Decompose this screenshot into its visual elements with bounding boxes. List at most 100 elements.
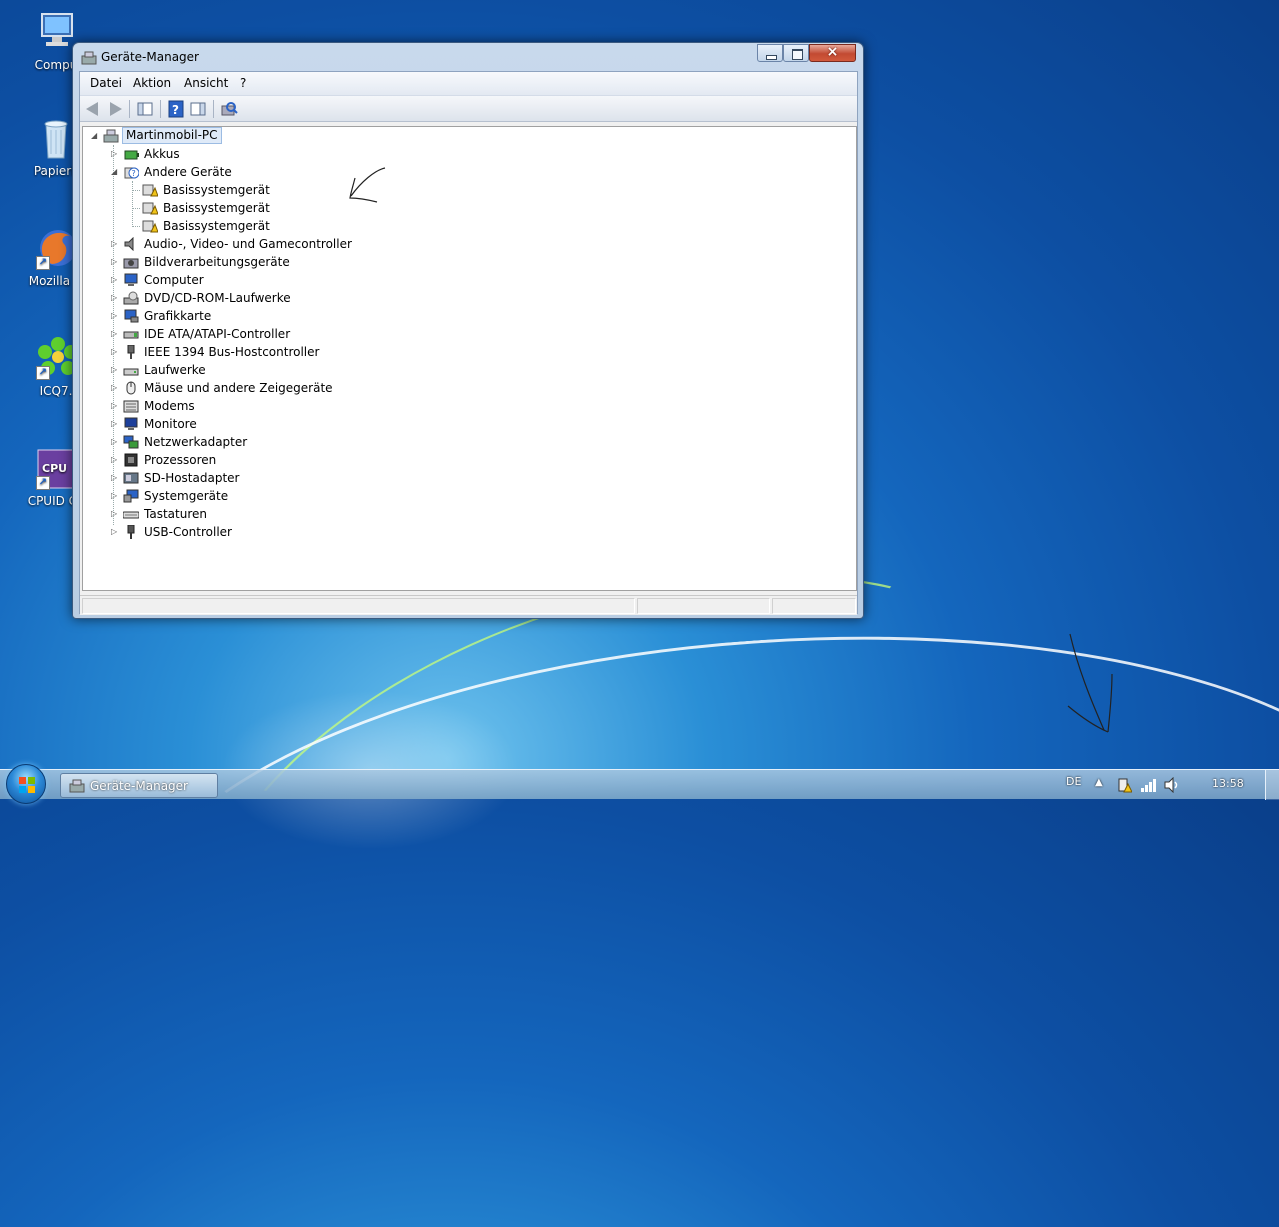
expand-icon: ▷ xyxy=(111,239,118,248)
menu-datei[interactable]: Datei xyxy=(90,76,122,90)
keyboard-icon xyxy=(123,511,139,519)
expand-icon: ▷ xyxy=(111,311,118,320)
computer-icon xyxy=(124,273,138,286)
warning-device-icon xyxy=(142,220,158,233)
tree-connector xyxy=(132,208,140,209)
forward-button[interactable] xyxy=(106,100,124,118)
tree-item-label: DVD/CD-ROM-Laufwerke xyxy=(144,291,291,305)
tree-connector xyxy=(132,226,140,227)
device-manager-icon xyxy=(81,51,97,65)
tree-item-label: Computer xyxy=(144,273,204,287)
sd-host-icon xyxy=(123,472,139,484)
status-pane xyxy=(637,598,770,614)
show-hide-action-pane-button[interactable] xyxy=(189,100,207,118)
display-adapter-icon xyxy=(124,309,139,323)
language-indicator[interactable]: DE xyxy=(1066,775,1081,788)
toolbar-separator xyxy=(129,100,130,118)
console-tree-icon xyxy=(137,102,153,116)
root-label: Martinmobil-PC xyxy=(122,127,222,144)
volume-icon[interactable] xyxy=(1163,777,1181,793)
collapse-icon: ◢ xyxy=(111,167,118,176)
status-pane xyxy=(82,598,635,614)
menu-ansicht[interactable]: Ansicht xyxy=(184,76,228,90)
power-warning-icon[interactable] xyxy=(1116,777,1132,793)
show-hide-console-tree-button[interactable] xyxy=(136,100,154,118)
taskbar: Geräte-Manager DE ▲ 13:58 xyxy=(0,764,1279,804)
monitor-icon xyxy=(124,417,138,430)
window-client-area: Datei Aktion Ansicht ? ? ◢ Martinmobil-P… xyxy=(79,71,858,615)
menu-bar: Datei Aktion Ansicht ? xyxy=(80,72,857,96)
tree-item-label: IEEE 1394 Bus-Hostcontroller xyxy=(144,345,320,359)
scan-hardware-button[interactable] xyxy=(220,100,238,118)
tree-item-label: Grafikkarte xyxy=(144,309,212,323)
tree-item-label: Andere Geräte xyxy=(144,165,232,179)
modem-icon xyxy=(123,400,139,413)
expand-icon: ▷ xyxy=(111,365,118,374)
tree-item-label: Basissystemgerät xyxy=(163,219,270,233)
menu-aktion[interactable]: Aktion xyxy=(133,76,171,90)
disk-drive-icon xyxy=(123,368,139,376)
tree-item-label: Mäuse und andere Zeigegeräte xyxy=(144,381,333,395)
shortcut-arrow-icon: ↗ xyxy=(36,366,50,380)
expand-icon: ▷ xyxy=(111,149,118,158)
title-bar[interactable]: Geräte-Manager × xyxy=(73,43,863,71)
device-tree[interactable]: ◢ Martinmobil-PC ▷ Akkus ◢ ? Andere Gerä… xyxy=(82,126,857,591)
svg-text:?: ? xyxy=(132,169,136,178)
svg-text:CPU: CPU xyxy=(42,462,67,475)
tree-item-label: Basissystemgerät xyxy=(163,201,270,215)
close-button[interactable]: × xyxy=(809,44,856,62)
tree-item-label: USB-Controller xyxy=(144,525,232,539)
start-button[interactable] xyxy=(6,764,46,804)
action-pane-icon xyxy=(190,102,206,116)
tree-item-label: Laufwerke xyxy=(144,363,206,377)
toolbar: ? xyxy=(80,96,857,122)
expand-icon: ▷ xyxy=(111,509,118,518)
warning-device-icon xyxy=(142,184,158,197)
back-arrow-icon xyxy=(86,102,98,116)
tree-item-label: Systemgeräte xyxy=(144,489,229,503)
network-signal-icon[interactable] xyxy=(1140,778,1158,792)
tree-item-label: IDE ATA/ATAPI-Controller xyxy=(144,327,291,341)
unknown-device-icon: ? xyxy=(124,167,139,179)
tree-item-label: Bildverarbeitungsgeräte xyxy=(144,255,290,269)
expand-icon: ▷ xyxy=(111,527,118,536)
tree-item-label: Prozessoren xyxy=(144,453,217,467)
status-bar xyxy=(80,595,857,615)
expand-icon: ▷ xyxy=(111,347,118,356)
expand-icon: ▷ xyxy=(111,419,118,428)
processor-icon xyxy=(124,453,138,467)
expand-icon: ▷ xyxy=(111,473,118,482)
clock[interactable]: 13:58 xyxy=(1212,777,1244,790)
collapse-icon: ◢ xyxy=(91,131,98,140)
minimize-button[interactable] xyxy=(757,44,783,62)
help-button[interactable]: ? xyxy=(167,100,185,118)
expand-icon: ▷ xyxy=(111,329,118,338)
menu-help[interactable]: ? xyxy=(240,76,246,90)
tree-item-label: Netzwerkadapter xyxy=(144,435,248,449)
hand-drawn-arrow-annotation xyxy=(1067,633,1113,733)
expand-icon: ▷ xyxy=(111,455,118,464)
tree-item-label: Audio-, Video- und Gamecontroller xyxy=(144,237,352,251)
tree-item-label: SD-Hostadapter xyxy=(144,471,240,485)
device-manager-window[interactable]: Geräte-Manager × Datei Aktion Ansicht ? … xyxy=(72,42,864,619)
show-hidden-icons-button[interactable]: ▲ xyxy=(1095,777,1103,788)
status-pane xyxy=(772,598,856,614)
disc-drive-icon xyxy=(123,291,139,305)
expand-icon: ▷ xyxy=(111,383,118,392)
back-button[interactable] xyxy=(84,100,102,118)
mouse-icon xyxy=(126,381,136,395)
tree-connector xyxy=(132,190,140,191)
taskbar-button-device-manager[interactable]: Geräte-Manager xyxy=(60,773,218,798)
tree-item-label: Tastaturen xyxy=(144,507,207,521)
firewire-icon xyxy=(127,345,135,359)
expand-icon: ▷ xyxy=(111,401,118,410)
show-desktop-button[interactable] xyxy=(1265,770,1279,800)
help-icon: ? xyxy=(168,100,184,118)
camera-icon xyxy=(123,258,139,269)
system-devices-icon xyxy=(123,489,139,503)
maximize-button[interactable] xyxy=(783,44,809,62)
toolbar-separator xyxy=(160,100,161,118)
speaker-icon xyxy=(124,237,134,251)
forward-arrow-icon xyxy=(110,102,122,116)
network-adapter-icon xyxy=(123,435,139,449)
